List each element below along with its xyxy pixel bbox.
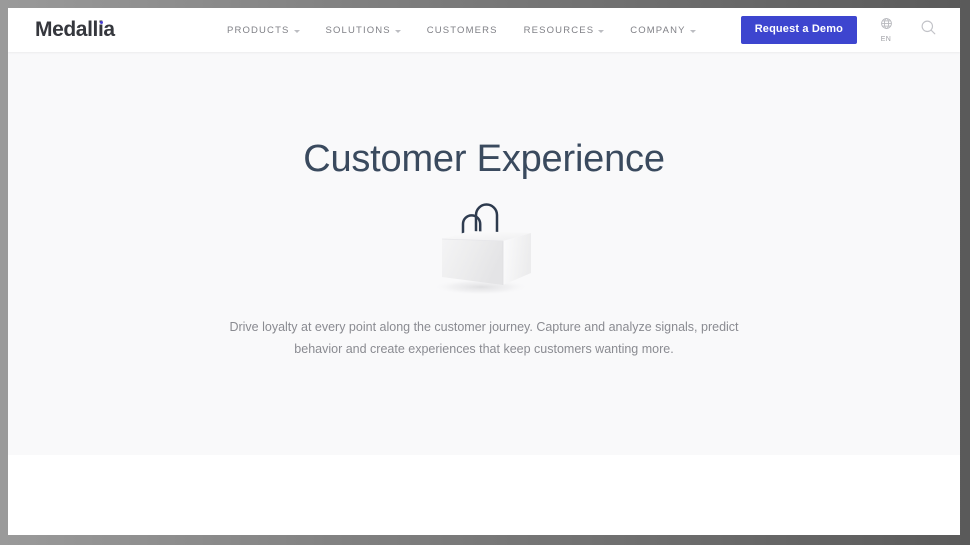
language-selector[interactable]: EN xyxy=(875,17,897,43)
hero-description-line-1: Drive loyalty at every point along the c… xyxy=(229,320,739,334)
language-code: EN xyxy=(880,36,892,43)
nav-item-company[interactable]: COMPANY xyxy=(617,25,708,36)
site-header: Medallia PRODUCTS SOLUTIONS CUSTOMERS RE… xyxy=(8,8,960,52)
chevron-down-icon xyxy=(689,29,696,33)
page-title: Customer Experience xyxy=(303,138,665,180)
hero-description-line-2: behavior and create experiences that kee… xyxy=(294,342,674,356)
chevron-down-icon xyxy=(293,29,300,33)
globe-icon xyxy=(880,17,893,35)
browser-frame: Medallia PRODUCTS SOLUTIONS CUSTOMERS RE… xyxy=(0,0,970,545)
nav-item-customers[interactable]: CUSTOMERS xyxy=(414,25,511,36)
nav-item-label: PRODUCTS xyxy=(227,24,290,36)
nav-item-solutions[interactable]: SOLUTIONS xyxy=(313,25,414,36)
nav-item-label: CUSTOMERS xyxy=(426,24,498,36)
shopping-bag-illustration xyxy=(433,203,531,295)
hero-description: Drive loyalty at every point along the c… xyxy=(8,316,960,360)
nav-item-label: SOLUTIONS xyxy=(325,24,391,36)
nav-item-products[interactable]: PRODUCTS xyxy=(214,25,313,36)
chevron-down-icon xyxy=(394,29,401,33)
main-navigation: PRODUCTS SOLUTIONS CUSTOMERS RESOURCES C… xyxy=(214,8,709,52)
request-demo-button[interactable]: Request a Demo xyxy=(740,16,857,44)
search-button[interactable] xyxy=(918,20,938,40)
medallia-logo[interactable]: Medallia xyxy=(35,18,115,42)
nav-item-label: RESOURCES xyxy=(523,24,595,36)
hero-section: Customer Experience Drive loyalty at eve… xyxy=(8,52,960,455)
nav-item-label: COMPANY xyxy=(630,24,686,36)
nav-item-resources[interactable]: RESOURCES xyxy=(511,25,618,36)
chevron-down-icon xyxy=(598,29,605,33)
page-viewport: Medallia PRODUCTS SOLUTIONS CUSTOMERS RE… xyxy=(8,8,960,535)
header-actions: Request a Demo EN xyxy=(740,8,938,52)
page-bottom-area xyxy=(8,455,960,535)
hero-illustration-wrap xyxy=(8,195,960,300)
search-icon xyxy=(920,19,937,41)
logo-accent-dot xyxy=(99,20,104,24)
